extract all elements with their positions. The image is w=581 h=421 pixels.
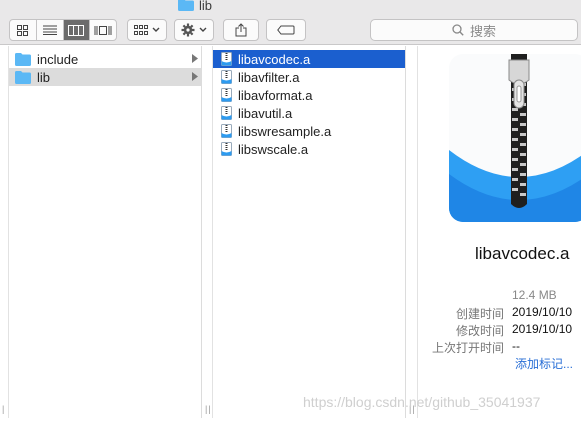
sidebar-gutter: | — [0, 46, 9, 418]
chevron-right-icon — [192, 54, 198, 63]
gallery-view-button[interactable] — [90, 20, 116, 40]
archive-file-icon — [221, 124, 232, 138]
column-resize-handle[interactable]: || — [205, 404, 212, 414]
list-item-label: libswscale.a — [238, 141, 309, 157]
toolbar: 搜索 — [0, 16, 581, 45]
archive-file-icon — [221, 52, 232, 66]
preview-pane: libavcodec.a 12.4 MB 创建时间 2019/10/10 修改时… — [419, 46, 581, 418]
archive-file-icon — [221, 88, 232, 102]
list-item-libavcodec[interactable]: libavcodec.a — [213, 50, 405, 68]
tags-button[interactable] — [266, 19, 306, 41]
action-button[interactable] — [174, 19, 214, 41]
parent-column: include lib — [9, 46, 202, 418]
tag-icon — [277, 25, 295, 35]
window-title-text: lib — [199, 0, 213, 13]
list-item-label: libavcodec.a — [238, 51, 311, 67]
list-item-label: libswresample.a — [238, 123, 332, 139]
list-item-label: libavformat.a — [238, 87, 313, 103]
search-placeholder: 搜索 — [469, 23, 496, 39]
list-item-lib[interactable]: lib — [9, 68, 201, 86]
folder-icon — [15, 70, 31, 84]
arrange-grid-icon — [134, 25, 148, 35]
list-item-libavutil[interactable]: libavutil.a — [213, 104, 405, 122]
last-opened-value: -- — [512, 339, 520, 353]
archive-file-icon — [221, 142, 232, 156]
list-item-libswresample[interactable]: libswresample.a — [213, 122, 405, 140]
list-item-libswscale[interactable]: libswscale.a — [213, 140, 405, 158]
add-tags-link[interactable]: 添加标记... — [515, 355, 573, 372]
icon-view-icon — [17, 24, 29, 36]
list-item-libavfilter[interactable]: libavfilter.a — [213, 68, 405, 86]
column-divider: || — [406, 46, 418, 418]
list-item-libavformat[interactable]: libavformat.a — [213, 86, 405, 104]
watermark-text: https://blog.csdn.net/github_35041937 — [303, 394, 541, 410]
created-label: 创建时间 — [455, 307, 504, 321]
column-view-button[interactable] — [63, 20, 91, 40]
chevron-right-icon — [192, 72, 198, 81]
icon-view-button[interactable] — [10, 20, 37, 40]
list-item-label: libavutil.a — [238, 105, 293, 121]
created-value: 2019/10/10 — [512, 305, 573, 319]
chevron-down-icon — [152, 27, 160, 32]
share-button[interactable] — [223, 19, 259, 41]
view-mode-control[interactable] — [9, 19, 117, 41]
search-icon — [452, 24, 464, 36]
list-view-icon — [42, 25, 57, 35]
modified-label: 修改时间 — [455, 324, 504, 338]
title-bar: lib — [0, 0, 581, 16]
archive-file-icon — [221, 106, 232, 120]
list-item-label: lib — [37, 69, 51, 85]
column-resize-handle[interactable]: | — [2, 404, 5, 414]
list-item-label: include — [37, 51, 79, 67]
gear-icon — [181, 23, 195, 37]
files-column: libavcodec.a libavfilter.a libavformat.a… — [213, 46, 406, 418]
list-view-button[interactable] — [37, 20, 64, 40]
column-divider: || — [202, 46, 213, 418]
arrange-button[interactable] — [127, 19, 167, 41]
share-icon — [235, 23, 247, 37]
folder-icon — [15, 52, 31, 66]
archive-file-icon — [221, 70, 232, 84]
last-opened-label: 上次打开时间 — [431, 341, 504, 355]
gallery-view-icon — [94, 25, 112, 35]
archive-file-icon — [449, 54, 581, 222]
preview-file-size: 12.4 MB — [512, 288, 557, 302]
preview-file-name: libavcodec.a — [475, 244, 570, 263]
list-item-label: libavfilter.a — [238, 69, 300, 85]
search-field[interactable]: 搜索 — [370, 19, 578, 41]
modified-value: 2019/10/10 — [512, 322, 573, 336]
column-view-icon — [68, 24, 85, 36]
list-item-include[interactable]: include — [9, 50, 201, 68]
folder-icon — [178, 0, 194, 11]
chevron-down-icon — [199, 27, 207, 32]
window-title: lib — [178, 0, 213, 13]
